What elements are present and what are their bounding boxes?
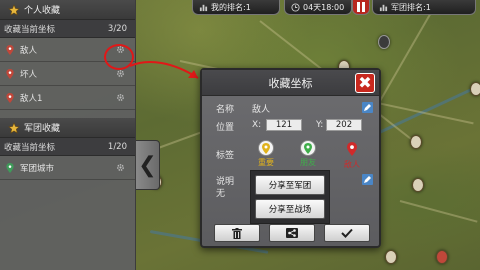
- favorites-panel: 个人收藏 收藏当前坐标 3/20 敌人坏人敌人1 军团收藏 收藏当前坐标 1/2…: [0, 0, 136, 270]
- map-city-icon[interactable]: [385, 250, 397, 264]
- name-label: 名称: [216, 105, 235, 115]
- legion-count: 1/20: [107, 141, 127, 152]
- favorite-item-label: 敌人1: [20, 93, 43, 104]
- tag-enemy-option[interactable]: 敌人: [344, 140, 360, 170]
- annotation-arrow: [129, 61, 199, 79]
- star-icon: [8, 3, 20, 16]
- legion-favorites-title: 军团收藏: [24, 124, 61, 134]
- edit-description-icon[interactable]: [362, 174, 373, 185]
- game-screen: 我的排名:1 04天18:00 军团排名:1 个人收藏 收藏当前坐标 3/20 …: [0, 0, 480, 270]
- dialog-title: 收藏坐标: [202, 70, 379, 96]
- favorite-item-label: 坏人: [20, 69, 38, 80]
- tag-friend-option[interactable]: 朋友: [300, 140, 316, 168]
- y-label: Y:: [316, 120, 324, 130]
- gear-icon[interactable]: [116, 69, 125, 78]
- map-city-icon[interactable]: [470, 82, 480, 96]
- position-label: 位置: [216, 123, 235, 133]
- map-city-icon[interactable]: [412, 178, 424, 192]
- tag-label: 标签: [216, 151, 235, 161]
- red-pin-icon: [347, 142, 357, 156]
- checkmark-icon: [341, 228, 353, 238]
- close-icon: ✖: [358, 73, 372, 92]
- tag-important-option[interactable]: 重要: [258, 140, 274, 168]
- green-pin-icon: [304, 142, 312, 154]
- favorite-item[interactable]: 军团城市: [0, 156, 135, 180]
- rank-icon: [199, 4, 208, 11]
- share-to-battlefield-button[interactable]: 分享至战场: [255, 199, 325, 219]
- edit-name-icon[interactable]: [362, 102, 373, 113]
- trash-icon: [232, 227, 242, 239]
- gear-icon[interactable]: [116, 163, 125, 172]
- star-icon: [8, 121, 20, 134]
- timer-text: 04天18:00: [303, 2, 345, 12]
- legion-rank-icon: [379, 4, 388, 11]
- x-label: X:: [252, 120, 262, 130]
- personal-save-current-row[interactable]: 收藏当前坐标 3/20: [0, 20, 135, 38]
- personal-count: 3/20: [107, 23, 127, 34]
- favorite-item-label: 敌人: [20, 45, 38, 56]
- gear-icon[interactable]: [116, 93, 125, 102]
- legion-rank-text: 军团排名:1: [391, 2, 431, 12]
- location-pin-icon: [6, 68, 14, 79]
- favorite-item[interactable]: 敌人1: [0, 86, 135, 110]
- location-pin-icon: [6, 92, 14, 103]
- legion-favorites-header[interactable]: 军团收藏: [0, 118, 135, 138]
- share-icon: [286, 228, 298, 238]
- clock-icon: [291, 2, 300, 12]
- delete-button[interactable]: [214, 224, 260, 242]
- close-button[interactable]: ✖: [355, 73, 375, 93]
- map-city-icon[interactable]: [410, 135, 422, 149]
- share-button[interactable]: [269, 224, 315, 242]
- x-coordinate-input[interactable]: 121: [266, 119, 302, 131]
- save-current-label: 收藏当前坐标: [4, 24, 56, 35]
- collapse-panel-button[interactable]: ❮: [136, 140, 160, 190]
- yellow-pin-icon: [262, 142, 270, 154]
- confirm-button[interactable]: [324, 224, 370, 242]
- tag-important-text: 重要: [258, 158, 274, 167]
- personal-favorites-title: 个人收藏: [24, 6, 61, 16]
- timer-chip: 04天18:00: [284, 0, 352, 15]
- legion-save-current-row[interactable]: 收藏当前坐标 1/20: [0, 138, 135, 156]
- map-city-icon[interactable]: [378, 35, 390, 49]
- share-to-legion-button[interactable]: 分享至军团: [255, 175, 325, 195]
- y-coordinate-input[interactable]: 202: [326, 119, 362, 131]
- save-current-label: 收藏当前坐标: [4, 142, 56, 153]
- tag-enemy-text: 敌人: [344, 160, 360, 169]
- top-status-bar: 我的排名:1 04天18:00 军团排名:1: [140, 0, 480, 16]
- favorite-item-label: 军团城市: [20, 163, 55, 174]
- legion-rank-chip[interactable]: 军团排名:1: [372, 0, 476, 15]
- location-pin-icon: [6, 162, 14, 173]
- share-popup: 分享至军团 分享至战场: [250, 170, 330, 224]
- personal-favorites-header[interactable]: 个人收藏: [0, 0, 135, 20]
- description-value[interactable]: 无: [216, 186, 225, 199]
- tag-friend-text: 朋友: [300, 158, 316, 167]
- my-rank-chip[interactable]: 我的排名:1: [192, 0, 280, 15]
- pause-icon: [357, 2, 365, 12]
- dialog-title-text: 收藏坐标: [268, 76, 313, 90]
- pause-button[interactable]: [352, 0, 370, 15]
- chevron-left-icon: ❮: [138, 152, 157, 178]
- location-pin-icon: [6, 44, 14, 55]
- my-rank-text: 我的排名:1: [211, 2, 251, 12]
- name-value[interactable]: 敌人: [252, 102, 270, 115]
- map-city-icon[interactable]: [436, 250, 448, 264]
